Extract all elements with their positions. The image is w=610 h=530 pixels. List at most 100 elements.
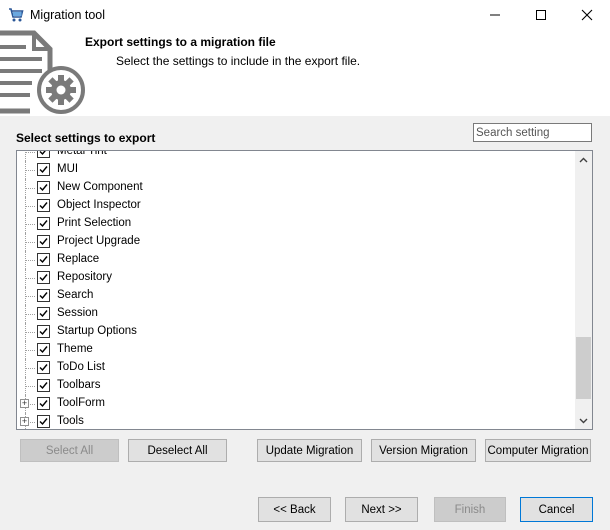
scrollbar-thumb[interactable] [576, 337, 591, 399]
tree-item[interactable]: Project Upgrade [17, 233, 577, 251]
finish-button[interactable]: Finish [434, 497, 506, 522]
tree-item[interactable]: Session [17, 305, 577, 323]
settings-tree[interactable]: Metal Tint MUI New Component Object Inspect… [16, 150, 593, 430]
checkmark-icon [39, 202, 48, 210]
tree-item[interactable]: MUI [17, 161, 577, 179]
checkbox[interactable] [37, 163, 50, 176]
version-migration-button[interactable]: Version Migration [371, 439, 476, 462]
tree-guide-line [26, 188, 35, 189]
settings-tree-list: Metal Tint MUI New Component Object Inspect… [17, 151, 577, 429]
tree-item-label: Repository [57, 271, 112, 283]
tree-item-label: New Component [57, 181, 143, 193]
tree-item[interactable]: Toolbars [17, 377, 577, 395]
checkbox[interactable] [37, 379, 50, 392]
scroll-up-button[interactable] [575, 151, 592, 168]
checkmark-icon [39, 364, 48, 372]
tree-item-label: ToolForm [57, 397, 105, 409]
next-button[interactable]: Next >> [345, 497, 418, 522]
tree-guide-line [26, 296, 35, 297]
tree-guide-line [26, 224, 35, 225]
tree-item-label: Session [57, 307, 98, 319]
tree-item-label: Object Inspector [57, 199, 141, 211]
checkbox[interactable] [37, 271, 50, 284]
tree-guide-line [26, 170, 35, 171]
close-icon [581, 9, 593, 21]
page-title: Export settings to a migration file [85, 35, 276, 49]
vertical-scrollbar[interactable] [575, 151, 592, 429]
checkbox[interactable] [37, 289, 50, 302]
scroll-down-button[interactable] [575, 412, 592, 429]
tree-item-label: Toolbars [57, 379, 101, 391]
tree-item-label: Project Upgrade [57, 235, 141, 247]
checkmark-icon [39, 256, 48, 264]
update-migration-button[interactable]: Update Migration [257, 439, 362, 462]
search-input[interactable] [473, 123, 592, 142]
tree-item-label: ToDo List [57, 361, 105, 373]
checkmark-icon [39, 292, 48, 300]
tree-item[interactable]: Metal Tint [17, 151, 577, 161]
checkmark-icon [39, 238, 48, 246]
maximize-icon [536, 10, 546, 20]
checkbox[interactable] [37, 343, 50, 356]
checkmark-icon [39, 382, 48, 390]
checkbox[interactable] [37, 361, 50, 374]
checkbox[interactable] [37, 415, 50, 428]
tree-item[interactable]: Repository [17, 269, 577, 287]
checkbox[interactable] [37, 253, 50, 266]
document-gear-icon [0, 30, 90, 116]
checkmark-icon [39, 151, 46, 156]
checkmark-icon [39, 184, 48, 192]
checkbox[interactable] [37, 235, 50, 248]
close-button[interactable] [564, 0, 610, 30]
checkbox[interactable] [37, 217, 50, 230]
tree-item[interactable]: Print Selection [17, 215, 577, 233]
settings-section-label: Select settings to export [16, 131, 156, 145]
back-button[interactable]: << Back [258, 497, 331, 522]
checkbox[interactable] [37, 325, 50, 338]
tree-guide-line [26, 260, 35, 261]
checkmark-icon [39, 310, 48, 318]
computer-migration-button[interactable]: Computer Migration [485, 439, 591, 462]
checkbox[interactable] [37, 199, 50, 212]
page-subtitle: Select the settings to include in the ex… [116, 54, 361, 68]
expand-icon[interactable]: + [20, 417, 29, 426]
expand-icon[interactable]: + [20, 399, 29, 408]
tree-item[interactable]: + Tools [17, 413, 577, 429]
tree-item-label: Theme [57, 343, 93, 355]
tree-item[interactable]: ToDo List [17, 359, 577, 377]
checkmark-icon [39, 166, 48, 174]
minimize-icon [490, 14, 500, 16]
title-bar: Migration tool [0, 0, 610, 30]
tree-item[interactable]: Startup Options [17, 323, 577, 341]
checkmark-icon [39, 346, 48, 354]
tree-guide-line [26, 242, 35, 243]
checkbox[interactable] [37, 397, 50, 410]
checkbox[interactable] [37, 181, 50, 194]
tree-guide-line [26, 368, 35, 369]
tree-item-label: Startup Options [57, 325, 137, 337]
deselect-all-button[interactable]: Deselect All [128, 439, 227, 462]
checkmark-icon [39, 220, 48, 228]
shopping-cart-icon [8, 7, 24, 23]
tree-guide-line [26, 314, 35, 315]
tree-item[interactable]: Search [17, 287, 577, 305]
tree-item[interactable]: Replace [17, 251, 577, 269]
tree-guide-line [26, 332, 35, 333]
select-all-button[interactable]: Select All [20, 439, 119, 462]
wizard-header: Export settings to a migration file Sele… [0, 30, 610, 116]
checkmark-icon [39, 328, 48, 336]
tree-item-label: Search [57, 289, 94, 301]
tree-item[interactable]: Theme [17, 341, 577, 359]
tree-item[interactable]: New Component [17, 179, 577, 197]
window-title: Migration tool [30, 8, 106, 22]
maximize-button[interactable] [518, 0, 564, 30]
tree-item[interactable]: + ToolForm [17, 395, 577, 413]
tree-item-label: MUI [57, 163, 79, 175]
checkmark-icon [39, 418, 48, 426]
tree-item[interactable]: Object Inspector [17, 197, 577, 215]
checkbox[interactable] [37, 151, 50, 158]
tree-item-label: Tools [57, 415, 84, 427]
checkbox[interactable] [37, 307, 50, 320]
minimize-button[interactable] [472, 0, 518, 30]
cancel-button[interactable]: Cancel [520, 497, 593, 522]
